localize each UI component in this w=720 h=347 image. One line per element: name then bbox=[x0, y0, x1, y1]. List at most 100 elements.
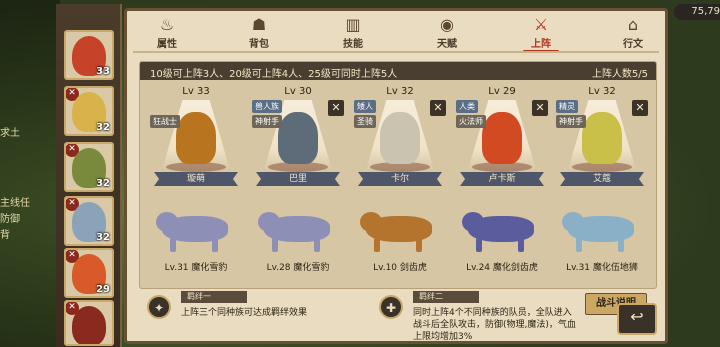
hero-portrait-6[interactable]: ✕ bbox=[64, 300, 114, 346]
lineup-count: 上阵人数5/5 bbox=[591, 69, 648, 80]
beast-leg bbox=[576, 238, 582, 252]
tab-skills[interactable]: ▥ 技能 bbox=[323, 15, 383, 51]
beast-leg bbox=[170, 238, 176, 252]
bond-text-line: 同时上阵4个不同种族的队员，全队进入 bbox=[413, 308, 572, 318]
bond-title: 羁绊二 bbox=[413, 291, 479, 303]
slot-level: Lv 32 bbox=[386, 86, 414, 97]
race-tag: 精灵 bbox=[556, 100, 578, 113]
hero-portrait-4[interactable]: ✕ 32 bbox=[64, 196, 114, 246]
hero-figure bbox=[582, 112, 622, 164]
hero-figure bbox=[278, 112, 318, 164]
bond-text-line: 上限均增加3% bbox=[413, 332, 473, 342]
beast-figure[interactable] bbox=[360, 204, 440, 254]
hero-level: 33 bbox=[96, 66, 110, 77]
class-tag: 神射手 bbox=[252, 115, 282, 128]
slot-level: Lv 32 bbox=[588, 86, 616, 97]
remove-hero-button[interactable]: ✕ bbox=[430, 100, 446, 116]
hero-slot-3[interactable]: Lv 32 矮人 圣骑 ✕ 卡尔 Lv.10 剑齿虎 bbox=[352, 84, 448, 284]
beast-leg bbox=[618, 238, 624, 252]
beast-name: Lv.31 魔化雪豹 bbox=[164, 263, 228, 273]
beast-name: Lv.31 魔化伍地狮 bbox=[566, 263, 638, 273]
hero-name: 卡尔 bbox=[358, 172, 442, 186]
tab-talent[interactable]: ◉ 天赋 bbox=[417, 15, 477, 51]
house-icon: ⌂ bbox=[627, 15, 639, 34]
hero-portrait-3[interactable]: ✕ 32 bbox=[64, 142, 114, 192]
bond-emblem-icon: ✦ bbox=[147, 295, 171, 319]
background-overlay bbox=[0, 0, 60, 347]
hero-slot-2[interactable]: Lv 30 兽人族 神射手 ✕ 巴里 Lv.28 魔化雪豹 bbox=[250, 84, 346, 284]
lineup-area: 10级可上阵3人、20级可上阵4人、25级可同时上阵5人 上阵人数5/5 Lv … bbox=[139, 61, 657, 289]
divider bbox=[133, 51, 659, 53]
hero-face bbox=[72, 306, 106, 344]
beast-figure[interactable] bbox=[562, 204, 642, 254]
tab-label: 天赋 bbox=[437, 39, 457, 50]
beast-head bbox=[462, 212, 484, 232]
bond-1: ✦ 羁绊一 上阵三个同种族可达成羁绊效果 bbox=[147, 291, 367, 337]
remove-hero-button[interactable]: ✕ bbox=[532, 100, 548, 116]
beast-figure[interactable] bbox=[462, 204, 542, 254]
bg-text-2: 主线任 bbox=[0, 198, 30, 209]
hero-figure bbox=[482, 112, 522, 164]
race-tag: 兽人族 bbox=[252, 100, 282, 113]
tab-label: 行文 bbox=[623, 39, 643, 50]
back-arrow-icon[interactable]: ↩ bbox=[617, 303, 657, 335]
slot-level: Lv 33 bbox=[182, 86, 210, 97]
hero-level: 32 bbox=[96, 122, 110, 133]
crossed-swords-icon: ⚔ bbox=[533, 15, 549, 34]
beast-figure[interactable] bbox=[156, 204, 236, 254]
book-icon: ▥ bbox=[345, 15, 361, 34]
beast-figure[interactable] bbox=[258, 204, 338, 254]
bond-2: ✚ 羁绊二 同时上阵4个不同种族的队员，全队进入 战斗后全队攻击，防御(物理,魔… bbox=[379, 291, 579, 342]
tab-travel[interactable]: ⌂ 行文 bbox=[603, 15, 663, 51]
lineup-panel: ♨ 属性 ☗ 背包 ▥ 技能 ◉ 天赋 ⚔ 上阵 ⌂ 行文 10级可上阵3人、2… bbox=[124, 8, 668, 344]
race-tag: 人类 bbox=[456, 100, 478, 113]
class-tag: 神射手 bbox=[556, 115, 586, 128]
bond-text-line: 战斗后全队攻击，防御(物理,魔法)，气血 bbox=[413, 320, 576, 330]
beast-head bbox=[562, 212, 584, 232]
tab-lineup[interactable]: ⚔ 上阵 bbox=[511, 15, 571, 53]
hero-figure bbox=[380, 112, 420, 164]
tab-label: 属性 bbox=[157, 39, 177, 50]
beast-name: Lv.28 魔化雪豹 bbox=[266, 263, 330, 273]
beast-name: Lv.10 剑齿虎 bbox=[373, 263, 427, 273]
bg-text-4: 背 bbox=[0, 230, 10, 241]
hero-slot-5[interactable]: Lv 32 精灵 神射手 ✕ 艾蔻 Lv.31 魔化伍地狮 bbox=[554, 84, 650, 284]
remove-hero-button[interactable]: ✕ bbox=[328, 100, 344, 116]
bond-text: 上阵三个同种族可达成羁绊效果 bbox=[181, 308, 308, 318]
class-tag: 狂战士 bbox=[150, 115, 180, 128]
beast-leg bbox=[476, 238, 482, 252]
beast-leg bbox=[314, 238, 320, 252]
hero-slot-4[interactable]: Lv 29 人类 火法师 ✕ 卢卡斯 Lv.24 魔化剑齿虎 bbox=[454, 84, 550, 284]
slot-level: Lv 30 bbox=[284, 86, 312, 97]
bg-text-1: 求土 bbox=[0, 128, 20, 139]
hero-slot-1[interactable]: Lv 33 狂战士 璇萌 Lv.31 魔化雪豹 bbox=[148, 84, 244, 284]
beast-leg bbox=[374, 238, 380, 252]
bond-emblem-icon: ✚ bbox=[379, 295, 403, 319]
beast-leg bbox=[416, 238, 422, 252]
beast-name: Lv.24 魔化剑齿虎 bbox=[466, 263, 538, 273]
beast-head bbox=[258, 212, 280, 232]
slot-level: Lv 29 bbox=[488, 86, 516, 97]
currency-display: 75,79 bbox=[674, 4, 720, 20]
hero-portrait-2[interactable]: ✕ 32 bbox=[64, 86, 114, 136]
flame-icon: ♨ bbox=[159, 15, 175, 34]
beast-leg bbox=[272, 238, 278, 252]
beast-leg bbox=[212, 238, 218, 252]
beast-leg bbox=[518, 238, 524, 252]
bond-text: 同时上阵4个不同种族的队员，全队进入 战斗后全队攻击，防御(物理,魔法)，气血 … bbox=[413, 307, 576, 343]
tab-attributes[interactable]: ♨ 属性 bbox=[137, 15, 197, 51]
hero-portrait-5[interactable]: ✕ 29 bbox=[64, 248, 114, 298]
hero-level: 32 bbox=[96, 178, 110, 189]
hero-portrait-1[interactable]: 33 bbox=[64, 30, 114, 80]
remove-hero-button[interactable]: ✕ bbox=[632, 100, 648, 116]
tab-bag[interactable]: ☗ 背包 bbox=[229, 15, 289, 51]
beast-head bbox=[156, 212, 178, 232]
eye-icon: ◉ bbox=[440, 15, 454, 34]
lineup-rule: 10级可上阵3人、20级可上阵4人、25级可同时上阵5人 bbox=[150, 69, 398, 80]
bag-icon: ☗ bbox=[251, 15, 267, 34]
hero-name: 璇萌 bbox=[154, 172, 238, 186]
hero-name: 艾蔻 bbox=[560, 172, 644, 186]
hero-sidebar: 33 ✕ 32 ✕ 32 ✕ 32 ✕ 29 ✕ bbox=[56, 4, 122, 347]
race-tag: 矮人 bbox=[354, 100, 376, 113]
hero-level: 29 bbox=[96, 284, 110, 295]
